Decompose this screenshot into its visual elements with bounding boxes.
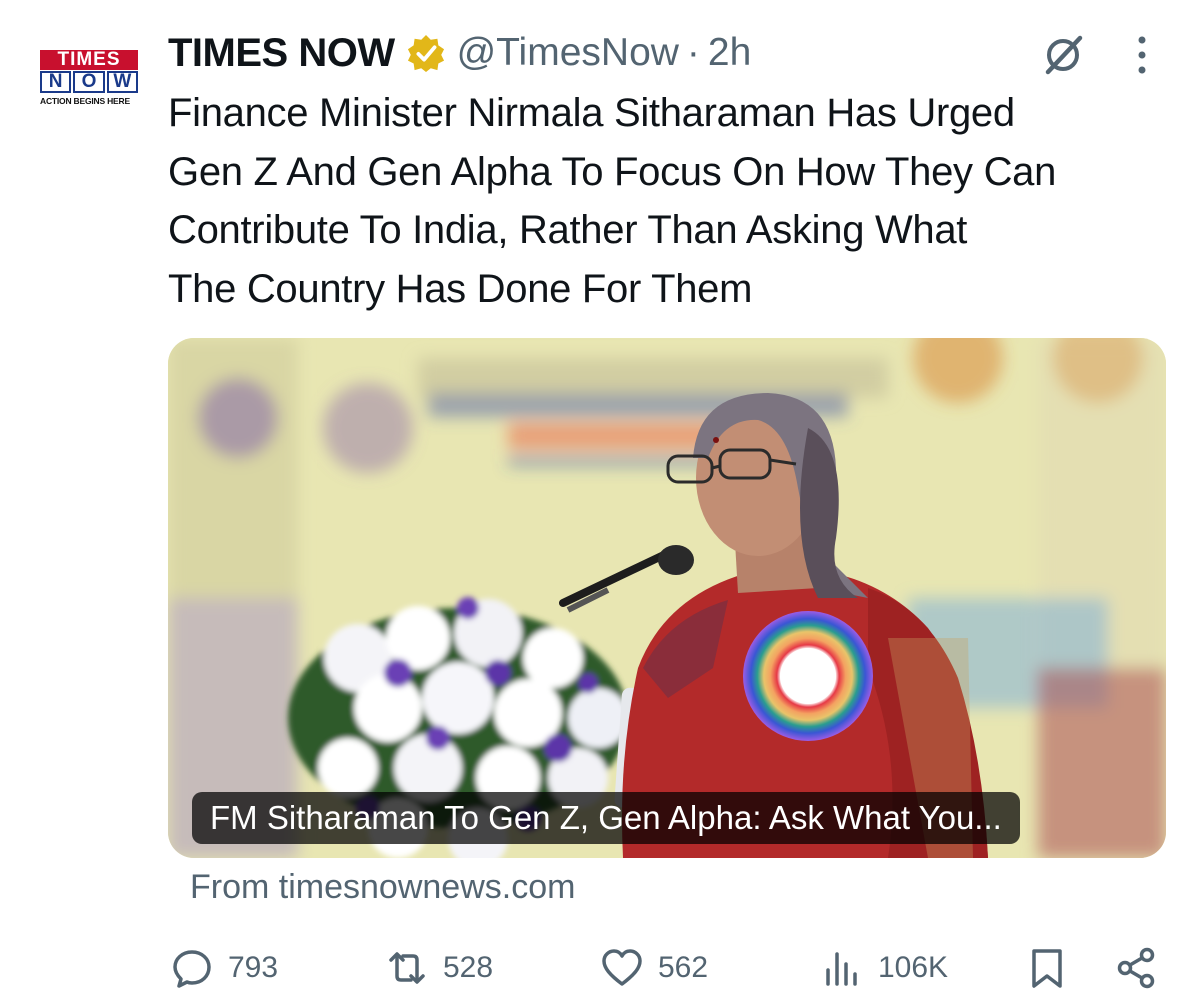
verified-badge-icon[interactable] [407,34,445,72]
logo-tagline: ACTION BEGINS HERE [40,96,130,106]
tweet-line: Gen Z And Gen Alpha To Focus On How They… [168,149,1057,194]
views-icon [826,952,857,986]
repost-icon [389,952,425,984]
views-button[interactable]: 106K [820,940,948,996]
repost-count: 528 [443,951,494,984]
tweet-text: Finance Minister Nirmala Sitharaman Has … [168,84,1178,318]
grok-icon[interactable] [1040,32,1086,78]
card-image [168,338,1166,858]
timestamp[interactable]: 2h [708,31,751,75]
action-bar: 793 528 562 106K [170,940,1170,996]
logo-letter: N [40,71,72,93]
account-avatar[interactable]: TIMES N O W ACTION BEGINS HERE [40,50,140,110]
tweet-line: Finance Minister Nirmala Sitharaman Has … [168,91,1015,135]
logo-letter: W [106,71,138,93]
reply-button[interactable]: 793 [170,940,278,996]
card-title: FM Sitharaman To Gen Z, Gen Alpha: Ask W… [192,792,1020,844]
separator-dot: · [686,31,700,74]
bookmark-icon [1032,949,1062,988]
display-name[interactable]: TIMES NOW [168,31,395,76]
logo-now-text: N O W [40,71,138,93]
share-button[interactable] [1115,940,1173,996]
card-source-link[interactable]: From timesnownews.com [190,868,575,907]
logo-letter: O [73,71,105,93]
reply-icon [173,950,211,988]
more-vertical-icon[interactable] [1132,34,1152,76]
bookmark-button[interactable] [1025,940,1083,996]
heart-icon [602,949,642,986]
reply-count: 793 [228,951,279,984]
tweet-header: TIMES NOW @TimesNow · 2h [168,28,751,78]
share-icon [1117,947,1155,989]
logo-times-text: TIMES [40,50,138,70]
like-button[interactable]: 562 [600,940,708,996]
link-card[interactable]: FM Sitharaman To Gen Z, Gen Alpha: Ask W… [168,338,1166,858]
tweet-line: Contribute To India, Rather Than Asking … [168,208,968,252]
tweet-line: The Country Has Done For Them [168,266,753,311]
views-count: 106K [878,951,949,984]
like-count: 562 [658,951,709,984]
account-handle[interactable]: @TimesNow [457,31,679,75]
repost-button[interactable]: 528 [385,940,493,996]
